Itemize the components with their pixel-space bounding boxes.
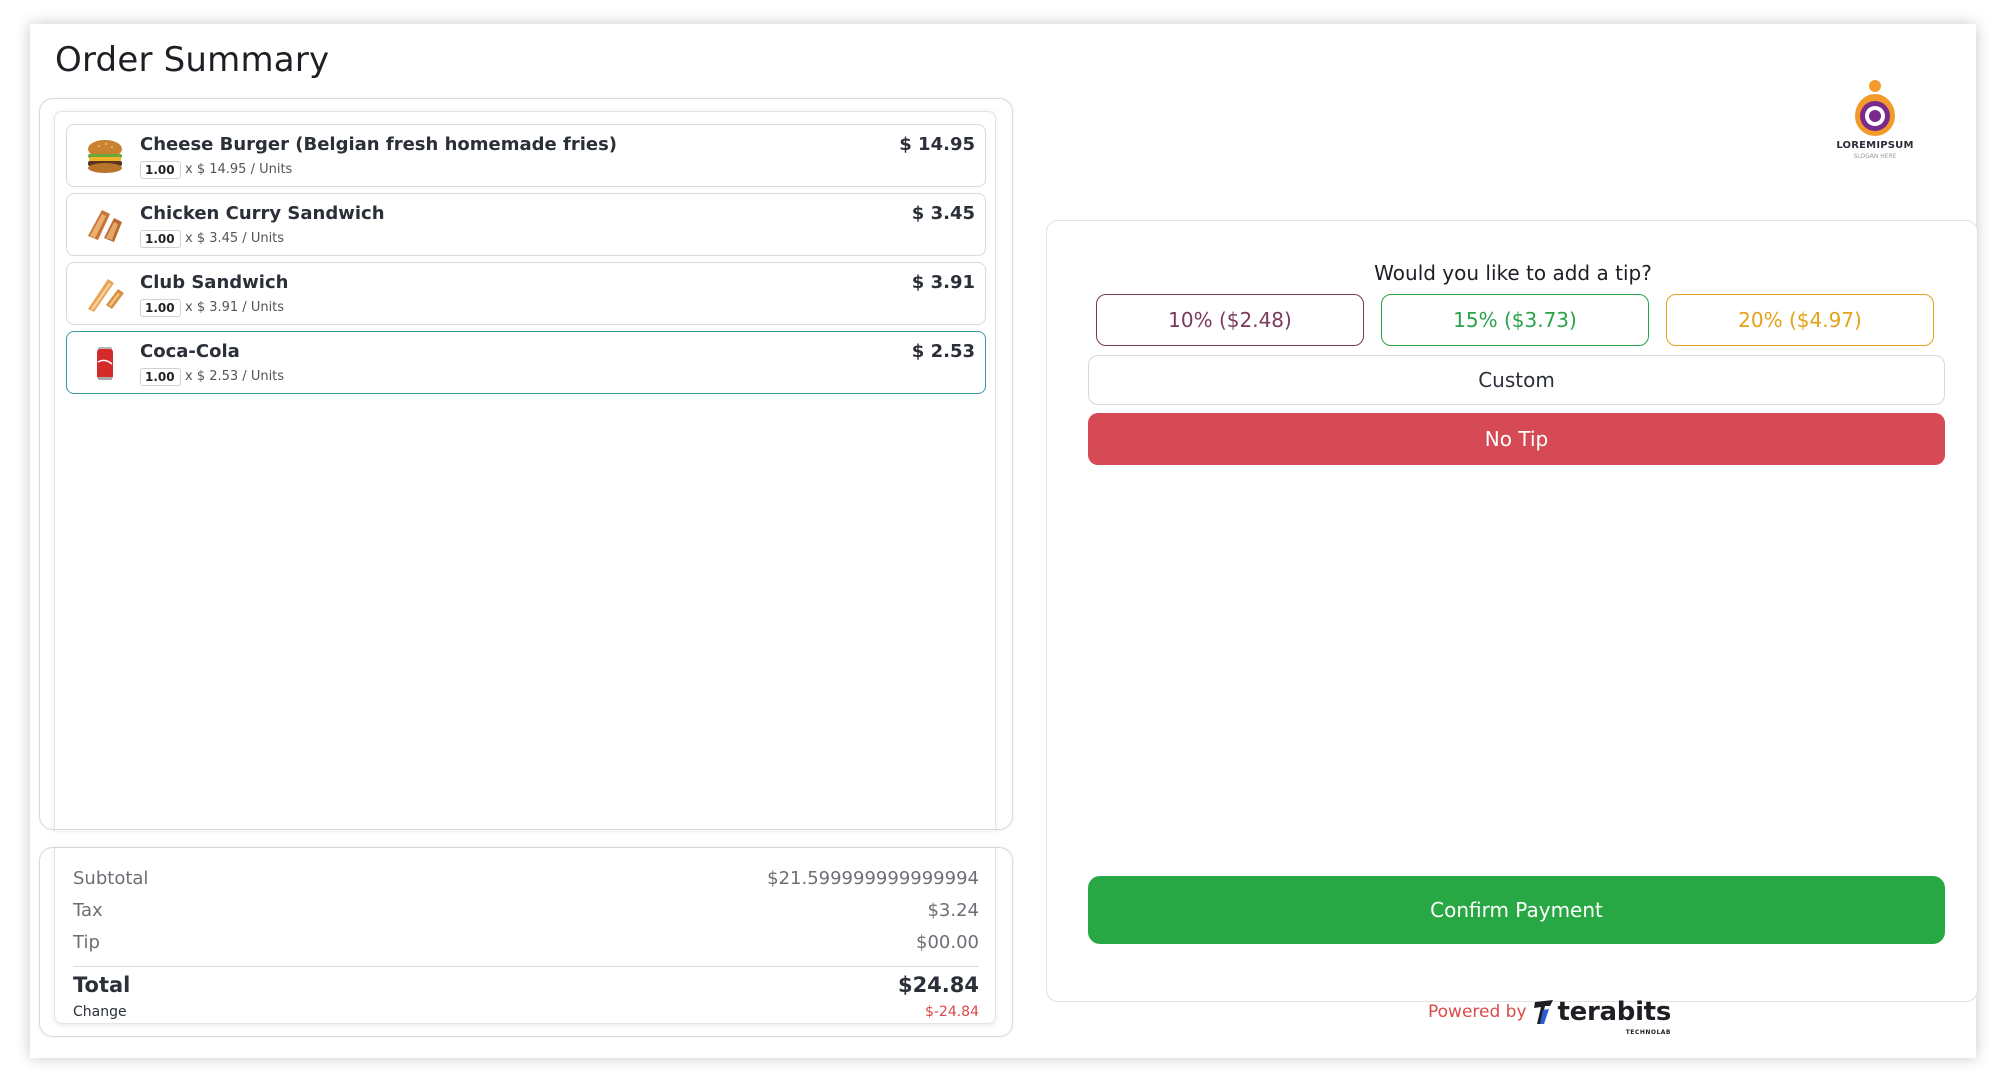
no-tip-button[interactable]: No Tip bbox=[1088, 413, 1945, 465]
cola-can-icon bbox=[97, 347, 113, 380]
terabits-logo-icon bbox=[1533, 1000, 1553, 1024]
order-items-panel: Cheese Burger (Belgian fresh homemade fr… bbox=[39, 98, 1013, 831]
item-name: Club Sandwich bbox=[140, 272, 289, 293]
item-unit-price: x $ 2.53 / Units bbox=[185, 369, 285, 384]
brand-logo: LOREMIPSUM SLOGAN HERE bbox=[1830, 76, 1920, 176]
brand-subtext: TECHNOLAB bbox=[1625, 1029, 1671, 1036]
item-name: Coca-Cola bbox=[140, 341, 240, 362]
item-total: $ 2.53 bbox=[911, 341, 975, 362]
powered-by-label: Powered by bbox=[1428, 1002, 1527, 1022]
item-total: $ 3.91 bbox=[911, 272, 975, 293]
burger-icon bbox=[88, 140, 122, 173]
tip-row: Tip $00.00 bbox=[73, 932, 979, 953]
tip-question: Would you like to add a tip? bbox=[1374, 261, 1652, 285]
item-unit-price: x $ 3.91 / Units bbox=[185, 300, 285, 315]
order-items-inner: Cheese Burger (Belgian fresh homemade fr… bbox=[54, 111, 996, 831]
sandwich-icon bbox=[88, 210, 122, 242]
logo-mark-icon bbox=[1855, 80, 1895, 136]
tip-panel: Would you like to add a tip? 10% ($2.48)… bbox=[1046, 220, 1978, 1002]
total-value: $24.84 bbox=[897, 973, 979, 997]
order-item-selected[interactable]: Coca-Cola 1.00 x $ 2.53 / Units $ 2.53 bbox=[66, 331, 986, 394]
order-item[interactable]: Club Sandwich 1.00 x $ 3.91 / Units $ 3.… bbox=[66, 262, 986, 325]
tax-value: $3.24 bbox=[927, 900, 979, 921]
change-row: Change $-24.84 bbox=[73, 1004, 979, 1020]
tip-value: $00.00 bbox=[916, 932, 979, 953]
order-item[interactable]: Chicken Curry Sandwich 1.00 x $ 3.45 / U… bbox=[66, 193, 986, 256]
item-name: Chicken Curry Sandwich bbox=[140, 203, 385, 224]
subtotal-value: $21.599999999999994 bbox=[767, 868, 979, 889]
logo-subtext: SLOGAN HERE bbox=[1853, 153, 1897, 160]
tip-label: Tip bbox=[73, 932, 100, 953]
order-window: Order Summary Cheese Burger (Belgian fre… bbox=[30, 24, 1978, 1058]
totals-divider bbox=[73, 966, 979, 967]
totals-panel: Subtotal $21.599999999999994 Tax $3.24 T… bbox=[39, 847, 1013, 1037]
brand-name-text: terabits bbox=[1557, 997, 1672, 1027]
confirm-payment-button[interactable]: Confirm Payment bbox=[1088, 876, 1945, 944]
tax-label: Tax bbox=[73, 900, 103, 921]
total-label: Total bbox=[73, 973, 131, 997]
change-value: $-24.84 bbox=[924, 1004, 979, 1020]
page-title: Order Summary bbox=[55, 40, 330, 80]
item-qty: 1.00 bbox=[140, 161, 181, 179]
item-total: $ 3.45 bbox=[911, 203, 975, 224]
item-qty: 1.00 bbox=[140, 230, 181, 248]
tip-15-percent-button[interactable]: 15% ($3.73) bbox=[1381, 294, 1649, 346]
item-qty: 1.00 bbox=[140, 299, 181, 317]
total-row: Total $24.84 bbox=[73, 973, 979, 997]
tip-10-percent-button[interactable]: 10% ($2.48) bbox=[1096, 294, 1364, 346]
item-unit-price: x $ 3.45 / Units bbox=[185, 231, 285, 246]
logo-text: LOREMIPSUM bbox=[1836, 140, 1914, 151]
item-name: Cheese Burger (Belgian fresh homemade fr… bbox=[140, 134, 618, 155]
order-item[interactable]: Cheese Burger (Belgian fresh homemade fr… bbox=[66, 124, 986, 187]
sandwich-icon bbox=[88, 279, 124, 312]
subtotal-row: Subtotal $21.599999999999994 bbox=[73, 868, 979, 889]
item-qty: 1.00 bbox=[140, 368, 181, 386]
brand-name: terabits TECHNOLAB bbox=[1557, 997, 1672, 1036]
change-label: Change bbox=[73, 1004, 127, 1020]
custom-tip-button[interactable]: Custom bbox=[1088, 355, 1945, 405]
subtotal-label: Subtotal bbox=[73, 868, 149, 889]
tip-20-percent-button[interactable]: 20% ($4.97) bbox=[1666, 294, 1934, 346]
tax-row: Tax $3.24 bbox=[73, 900, 979, 921]
item-total: $ 14.95 bbox=[899, 134, 975, 155]
order-item-list: Cheese Burger (Belgian fresh homemade fr… bbox=[66, 124, 986, 400]
totals-inner: Subtotal $21.599999999999994 Tax $3.24 T… bbox=[54, 848, 996, 1024]
powered-by: Powered by terabits TECHNOLAB bbox=[1428, 996, 1672, 1036]
item-unit-price: x $ 14.95 / Units bbox=[185, 162, 293, 177]
